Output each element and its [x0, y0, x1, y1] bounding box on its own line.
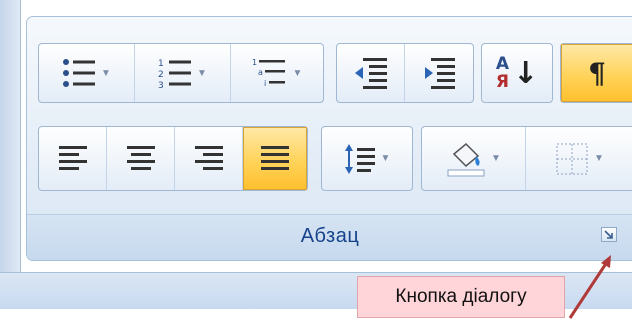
- borders-button[interactable]: ▼: [526, 127, 632, 190]
- chevron-down-icon[interactable]: ▼: [381, 153, 391, 164]
- bullets-button[interactable]: ▼: [39, 44, 135, 102]
- multilevel-list-icon: 1 a i: [252, 58, 285, 88]
- chevron-down-icon[interactable]: ▼: [491, 153, 501, 164]
- justify-icon: [261, 145, 289, 170]
- chevron-down-icon[interactable]: ▼: [293, 68, 303, 79]
- multilevel-list-button[interactable]: 1 a i ▼: [231, 44, 323, 102]
- align-left-button[interactable]: [39, 127, 107, 190]
- chevron-down-icon[interactable]: ▼: [197, 68, 207, 79]
- shading-button[interactable]: ▼: [422, 127, 526, 190]
- borders-icon: [556, 143, 588, 174]
- list-buttons: ▼ 1 2 3 ▼ 1 a i ▼: [38, 43, 324, 103]
- decrease-indent-icon: [354, 58, 387, 89]
- show-formatting-button[interactable]: ¶: [561, 44, 632, 102]
- sort-letter-bottom: Я: [495, 72, 509, 92]
- numbering-button[interactable]: 1 2 3 ▼: [135, 44, 231, 102]
- show-formatting-group: ¶: [560, 43, 632, 103]
- svg-text:2: 2: [158, 70, 164, 80]
- chevron-down-icon[interactable]: ▼: [101, 68, 111, 79]
- paint-bucket-icon: [447, 142, 485, 176]
- sort-letter-top: А: [495, 54, 510, 74]
- indent-buttons: [336, 43, 474, 103]
- svg-text:3: 3: [158, 81, 164, 89]
- svg-text:i: i: [264, 79, 266, 88]
- svg-text:a: a: [258, 68, 263, 77]
- increase-indent-button[interactable]: [405, 44, 473, 102]
- sort-az-icon: А Я ↓: [496, 55, 538, 91]
- callout-text: Кнопка діалогу: [395, 286, 527, 307]
- group-label: Абзац: [300, 225, 360, 247]
- numbered-list-icon: 1 2 3: [158, 59, 192, 89]
- bullet-list-icon: [63, 59, 96, 87]
- line-spacing-button[interactable]: ▼: [322, 127, 412, 190]
- sort-arrow-icon: ↓: [513, 55, 539, 91]
- align-right-button[interactable]: [175, 127, 243, 190]
- svg-text:1: 1: [252, 58, 257, 67]
- alignment-buttons: [38, 126, 308, 191]
- chevron-down-icon[interactable]: ▼: [594, 153, 604, 164]
- align-center-button[interactable]: [107, 127, 175, 190]
- justify-button[interactable]: [243, 127, 307, 190]
- line-spacing-group: ▼: [321, 126, 413, 191]
- dialog-launcher-button[interactable]: [601, 227, 617, 242]
- align-center-icon: [126, 145, 155, 170]
- align-left-icon: [58, 145, 87, 170]
- pilcrow-icon: ¶: [588, 56, 606, 90]
- shading-border-buttons: ▼ ▼: [421, 126, 632, 191]
- increase-indent-icon: [425, 58, 455, 89]
- align-right-icon: [194, 145, 223, 170]
- dialog-button-callout: Кнопка діалогу: [357, 276, 565, 318]
- sort-button-group: А Я ↓: [481, 43, 553, 103]
- group-footer: Абзац: [27, 214, 632, 260]
- sort-button[interactable]: А Я ↓: [482, 44, 552, 102]
- ribbon-left-edge: [0, 0, 21, 272]
- decrease-indent-button[interactable]: [337, 44, 405, 102]
- line-spacing-icon: [344, 143, 375, 174]
- svg-text:1: 1: [158, 59, 164, 69]
- dialog-launcher-icon: [604, 230, 613, 239]
